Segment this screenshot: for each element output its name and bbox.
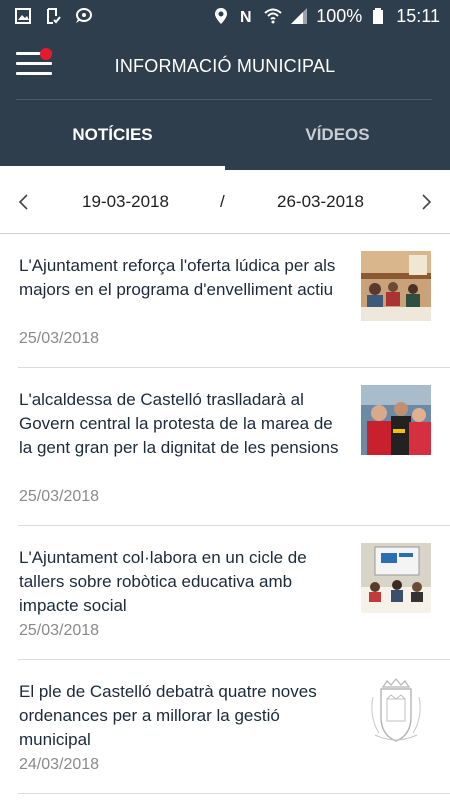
date-separator: / <box>220 192 225 211</box>
news-date: 25/03/2018 <box>19 488 100 505</box>
news-title: El ple de Castelló debatrà quatre noves … <box>19 682 317 749</box>
city-crest-icon <box>361 677 431 747</box>
battery-icon <box>370 7 388 25</box>
date-to: 26-03-2018 <box>277 192 364 211</box>
news-thumbnail <box>361 251 431 321</box>
app-bar: INFORMACIÓ MUNICIPAL <box>0 32 450 100</box>
tab-noticies[interactable]: NOTÍCIES <box>0 100 225 170</box>
news-item[interactable]: L'Ajuntament reforça l'oferta lúdica per… <box>18 234 450 368</box>
news-title: L'Ajuntament col·labora en un cicle de t… <box>19 548 307 615</box>
tab-videos[interactable]: VÍDEOS <box>225 100 450 170</box>
wifi-icon <box>264 7 282 25</box>
news-thumbnail <box>361 385 431 455</box>
chat-icon <box>74 7 92 25</box>
clock: 15:11 <box>396 5 440 26</box>
news-item[interactable]: El ple de Castelló debatrà quatre noves … <box>18 660 450 794</box>
date-range-bar: 19-03-2018 / 26-03-2018 <box>0 170 450 234</box>
news-thumbnail <box>361 543 431 613</box>
tab-bar: NOTÍCIES VÍDEOS <box>0 100 450 170</box>
news-title: L'Ajuntament reforça l'oferta lúdica per… <box>19 256 336 299</box>
nfc-icon: N <box>238 7 256 25</box>
battery-percent: 100% <box>316 5 363 26</box>
date-from: 19-03-2018 <box>82 192 169 211</box>
download-check-icon <box>44 7 62 25</box>
status-bar: N 100% 15:11 <box>0 0 450 32</box>
location-icon <box>212 7 230 25</box>
signal-icon <box>290 7 308 25</box>
chevron-right-icon[interactable] <box>414 190 438 214</box>
news-item[interactable]: L'Ajuntament col·labora en un cicle de t… <box>18 526 450 660</box>
news-date: 24/03/2018 <box>19 756 100 773</box>
chevron-left-icon[interactable] <box>12 190 36 214</box>
news-title: L'alcaldessa de Castelló traslladarà al … <box>19 390 339 457</box>
news-date: 25/03/2018 <box>19 330 100 347</box>
news-item[interactable]: L'alcaldessa de Castelló traslladarà al … <box>18 368 450 526</box>
news-date: 25/03/2018 <box>19 622 100 639</box>
page-title: INFORMACIÓ MUNICIPAL <box>114 56 336 76</box>
image-icon <box>14 7 32 25</box>
svg-text:N: N <box>240 9 252 25</box>
